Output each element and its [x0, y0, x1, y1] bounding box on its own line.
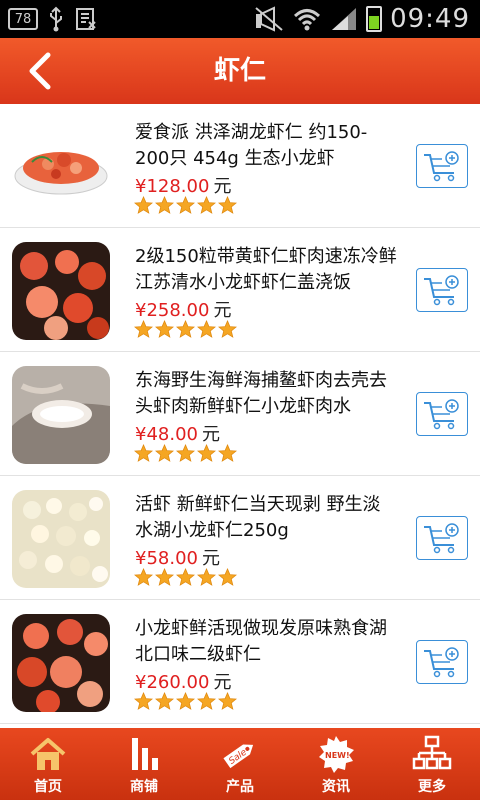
add-to-cart-button[interactable] [416, 640, 468, 684]
nav-products[interactable]: Sale 产品 [192, 728, 288, 800]
sd-card-icon [76, 8, 96, 30]
star-icon [176, 320, 195, 338]
cart-add-icon [424, 647, 459, 678]
product-price: ¥260.00 元 [135, 668, 231, 694]
notification-count-badge: 78 [8, 8, 38, 30]
star-icon [218, 444, 237, 462]
sitemap-icon [412, 735, 452, 770]
rating-stars [134, 196, 237, 215]
star-icon [134, 692, 153, 710]
nav-home[interactable]: 首页 [0, 728, 96, 800]
star-icon [176, 196, 195, 214]
svg-text:NEW!: NEW! [325, 751, 350, 760]
star-icon [176, 692, 195, 710]
price-unit: 元 [213, 300, 232, 321]
sale-tag-icon: Sale [223, 744, 254, 769]
product-item[interactable]: 活虾 新鲜虾仁当天现剥 野生淡水湖小龙虾仁250g ¥58.00 元 [0, 476, 480, 600]
star-icon [134, 320, 153, 338]
rating-stars [134, 568, 237, 587]
product-price: ¥48.00 元 [135, 420, 220, 446]
clock: 09:49 [390, 4, 470, 34]
product-item[interactable]: 小龙虾鲜活现做现发原味熟食湖北口味二级虾仁 ¥260.00 元 [0, 600, 480, 724]
price-unit: 元 [201, 548, 220, 569]
add-to-cart-button[interactable] [416, 392, 468, 436]
star-icon [155, 444, 174, 462]
product-name: 2级150粒带黄虾仁虾肉速冻冷鲜江苏清水小龙虾虾仁盖浇饭 [135, 246, 397, 293]
product-image [12, 366, 110, 464]
bottom-nav: 首页 商铺 Sale 产品 NEW! 资讯 更多 [0, 728, 480, 800]
cart-add-icon [424, 151, 459, 182]
star-icon [134, 568, 153, 586]
cell-signal-icon [332, 8, 357, 30]
signal-muted-icon [255, 6, 283, 32]
star-icon [176, 444, 195, 462]
battery-icon [366, 6, 383, 32]
product-item[interactable]: 爱食派 洪泽湖龙虾仁 约150-200只 454g 生态小龙虾 ¥128.00 元 [0, 104, 480, 228]
price-unit: 元 [213, 672, 232, 693]
star-icon [197, 568, 216, 586]
nav-label: 首页 [34, 779, 62, 795]
home-icon [30, 738, 66, 770]
price-value: ¥128.00 [135, 176, 210, 197]
product-name: 爱食派 洪泽湖龙虾仁 约150-200只 454g 生态小龙虾 [135, 122, 368, 169]
star-icon [155, 320, 174, 338]
rating-stars [134, 692, 237, 711]
price-unit: 元 [213, 176, 232, 197]
product-image [12, 614, 110, 712]
nav-more[interactable]: 更多 [384, 728, 480, 800]
star-icon [197, 692, 216, 710]
add-to-cart-button[interactable] [416, 516, 468, 560]
product-image [12, 490, 110, 588]
nav-shops[interactable]: 商铺 [96, 728, 192, 800]
star-icon [218, 568, 237, 586]
nav-news[interactable]: NEW! 资讯 [288, 728, 384, 800]
product-price: ¥128.00 元 [135, 172, 231, 198]
rating-stars [134, 320, 237, 339]
product-name: 东海野生海鲜海捕鳌虾肉去壳去头虾肉新鲜虾仁小龙虾肉水 [135, 370, 387, 417]
star-icon [218, 320, 237, 338]
star-icon [197, 444, 216, 462]
product-name: 小龙虾鲜活现做现发原味熟食湖北口味二级虾仁 [135, 618, 387, 665]
add-to-cart-button[interactable] [416, 144, 468, 188]
star-icon [197, 196, 216, 214]
star-icon [155, 196, 174, 214]
price-value: ¥258.00 [135, 300, 210, 321]
price-unit: 元 [201, 424, 220, 445]
star-icon [134, 444, 153, 462]
star-icon [197, 320, 216, 338]
product-name: 活虾 新鲜虾仁当天现剥 野生淡水湖小龙虾仁250g [135, 494, 381, 541]
product-item[interactable]: 2级150粒带黄虾仁虾肉速冻冷鲜江苏清水小龙虾虾仁盖浇饭 ¥258.00 元 [0, 228, 480, 352]
bar-chart-icon [132, 738, 158, 770]
product-price: ¥258.00 元 [135, 296, 231, 322]
price-value: ¥260.00 [135, 672, 210, 693]
price-value: ¥58.00 [135, 548, 198, 569]
nav-label: 产品 [226, 779, 254, 795]
wifi-icon [294, 9, 321, 31]
new-badge-icon: NEW! [319, 736, 354, 773]
star-icon [218, 692, 237, 710]
star-icon [218, 196, 237, 214]
product-image [12, 118, 110, 216]
product-image [12, 242, 110, 340]
status-bar: 78 09:49 [0, 0, 480, 38]
usb-icon [50, 6, 62, 32]
add-to-cart-button[interactable] [416, 268, 468, 312]
star-icon [155, 692, 174, 710]
nav-label: 商铺 [130, 779, 158, 795]
cart-add-icon [424, 399, 459, 430]
product-list: 爱食派 洪泽湖龙虾仁 约150-200只 454g 生态小龙虾 ¥128.00 元… [0, 104, 480, 728]
cart-add-icon [424, 523, 459, 554]
star-icon [134, 196, 153, 214]
product-price: ¥58.00 元 [135, 544, 220, 570]
nav-label: 更多 [418, 779, 446, 795]
cart-add-icon [424, 275, 459, 306]
page-title: 虾仁 [213, 56, 266, 86]
rating-stars [134, 444, 237, 463]
star-icon [155, 568, 174, 586]
nav-label: 资讯 [322, 779, 350, 795]
product-item[interactable]: 东海野生海鲜海捕鳌虾肉去壳去头虾肉新鲜虾仁小龙虾肉水 ¥48.00 元 [0, 352, 480, 476]
app-header: 虾仁 [0, 38, 480, 104]
price-value: ¥48.00 [135, 424, 198, 445]
star-icon [176, 568, 195, 586]
